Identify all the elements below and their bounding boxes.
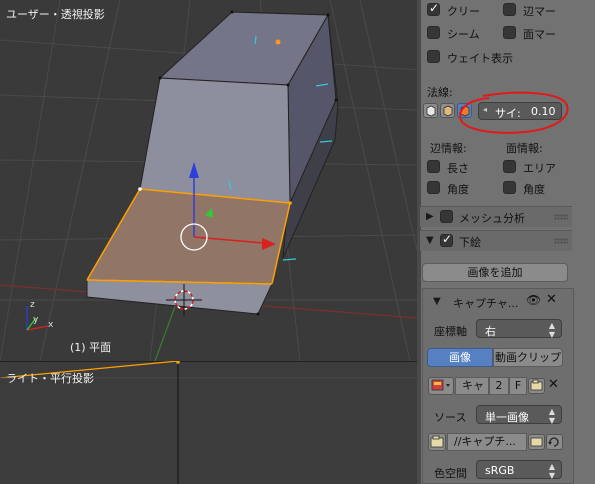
viewport-scene: z y x	[0, 0, 417, 361]
crease-checkbox[interactable]	[427, 1, 440, 16]
close-icon[interactable]: ✕	[546, 292, 557, 307]
file-browser-icon[interactable]	[428, 433, 446, 451]
image-users-count[interactable]: 2	[489, 377, 509, 395]
colorspace-label: 色空間	[434, 467, 467, 480]
weight-checkbox[interactable]	[427, 50, 440, 63]
drag-grip-icon-2[interactable]	[554, 238, 568, 244]
viewport-3d-orthographic[interactable]: ライト・平行投影	[0, 361, 417, 484]
vertex-normal-icon[interactable]	[423, 103, 438, 118]
expand-triangle-icon[interactable]: ▶	[426, 211, 434, 222]
axis-value: 右	[485, 325, 496, 338]
edge-length-checkbox[interactable]	[427, 160, 440, 173]
source-label: ソース	[434, 411, 467, 424]
loop-normal-icon[interactable]	[440, 103, 455, 118]
axis-dropdown[interactable]: 右 ▲ ▼	[476, 319, 562, 339]
face-angle-label: 角度	[523, 183, 545, 196]
source-value: 単一画像	[485, 411, 529, 424]
fake-user-button[interactable]: F	[509, 377, 527, 395]
seam-label: シーム	[447, 28, 480, 41]
edge-angle-label: 角度	[447, 183, 469, 196]
viewport-view-label: ユーザー・透視投影	[6, 8, 105, 21]
reload-icon[interactable]	[546, 434, 563, 450]
face-mark-label: 面マー	[523, 28, 556, 41]
axis-label: 座標軸	[434, 325, 467, 338]
mesh-analysis-checkbox[interactable]	[440, 210, 453, 223]
item-title: キャプチャ...	[453, 297, 519, 310]
unlink-image-icon[interactable]: ✕	[548, 377, 559, 392]
background-images-checkbox[interactable]	[440, 232, 453, 247]
svg-text:z: z	[30, 300, 35, 310]
edge-mark-label: 辺マー	[523, 5, 556, 18]
colorspace-dropdown-arrows-icon: ▲ ▼	[548, 462, 555, 480]
face-info-title: 面情報:	[506, 142, 543, 155]
open-file-icon[interactable]	[528, 378, 545, 394]
image-name-field[interactable]: キャ	[455, 377, 489, 395]
face-area-label: エリア	[523, 162, 556, 175]
edge-mark-checkbox[interactable]	[503, 3, 516, 16]
collapse-triangle-icon[interactable]: ▼	[426, 235, 434, 246]
add-image-button[interactable]: 画像を追加	[422, 263, 568, 282]
background-images-label: 下絵	[459, 236, 481, 249]
seam-checkbox[interactable]	[427, 26, 440, 39]
viewport-3d-perspective[interactable]: z y x ユーザー・透視投影 (1) 平面	[0, 0, 417, 361]
source-dropdown[interactable]: 単一画像 ▲ ▼	[476, 405, 562, 425]
drag-grip-icon[interactable]	[554, 214, 568, 220]
tab-movie-clip[interactable]: 動画クリップ	[493, 348, 563, 367]
face-area-checkbox[interactable]	[503, 160, 516, 173]
folder-icon[interactable]	[528, 434, 545, 450]
red-annotation-circle	[459, 91, 569, 134]
mesh-analysis-label: メッシュ分析	[459, 212, 525, 225]
image-browse-icon[interactable]	[428, 377, 454, 395]
tab-image[interactable]: 画像	[427, 348, 493, 367]
crease-label: クリー	[447, 5, 480, 18]
weight-label: ウェイト表示	[447, 52, 513, 65]
item-collapse-triangle-icon[interactable]: ▼	[433, 296, 441, 307]
svg-text:x: x	[48, 320, 54, 330]
normals-title: 法線:	[427, 86, 453, 99]
face-mark-checkbox[interactable]	[503, 26, 516, 39]
colorspace-value: sRGB	[485, 464, 515, 477]
ortho-view-label: ライト・平行投影	[6, 372, 94, 385]
edge-angle-checkbox[interactable]	[427, 181, 440, 194]
face-angle-checkbox[interactable]	[503, 181, 516, 194]
viewport-object-label: (1) 平面	[70, 341, 112, 354]
svg-text:y: y	[33, 315, 39, 325]
edge-length-label: 長さ	[447, 162, 469, 175]
eye-icon[interactable]: 👁	[526, 293, 541, 307]
filepath-field[interactable]: //キャプチ...	[447, 433, 527, 451]
source-dropdown-arrows-icon: ▲ ▼	[548, 407, 555, 425]
dropdown-arrows-icon: ▲ ▼	[548, 321, 555, 339]
edge-info-title: 辺情報:	[430, 142, 467, 155]
colorspace-dropdown[interactable]: sRGB ▲ ▼	[476, 460, 562, 480]
